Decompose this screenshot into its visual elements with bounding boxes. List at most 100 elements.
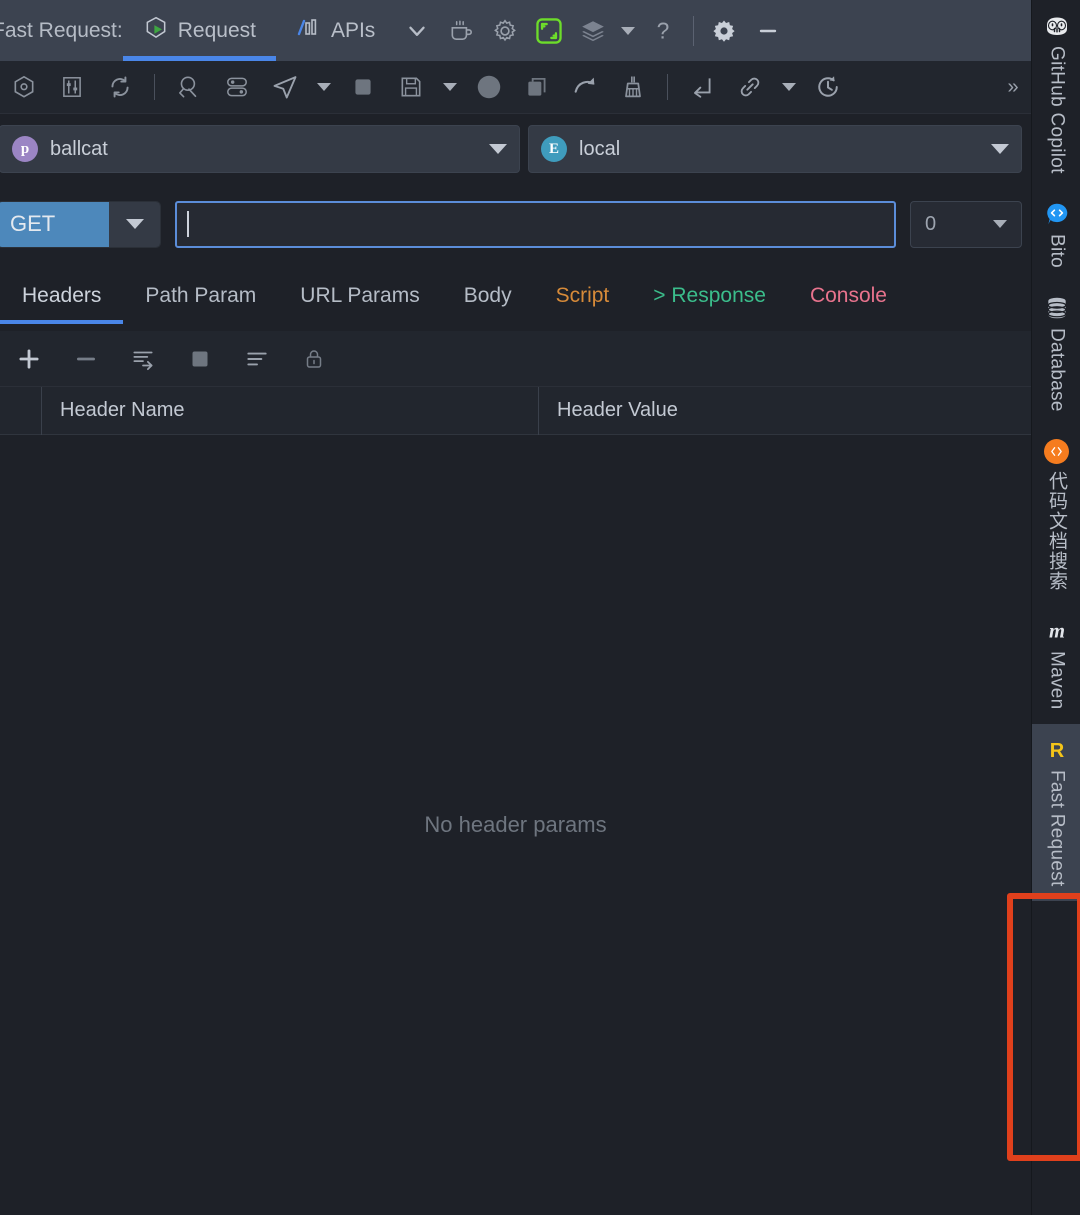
chevron-down-icon[interactable]	[395, 0, 439, 61]
rail-label-maven: Maven	[1046, 651, 1068, 710]
copy-icon[interactable]	[513, 61, 561, 114]
save-dropdown-icon[interactable]	[435, 61, 465, 114]
request-tab-strip: Headers Path Param URL Params Body Scrip…	[0, 268, 1031, 324]
rail-label-fast-request: Fast Request	[1046, 769, 1068, 887]
import-params-icon[interactable]	[114, 331, 171, 387]
tab-apis-label: APIs	[330, 18, 376, 42]
tab-body[interactable]: Body	[442, 268, 534, 324]
lock-icon[interactable]	[285, 331, 342, 387]
toggles-list-icon[interactable]	[213, 61, 261, 114]
request-icon-toolbar: »	[0, 61, 1031, 114]
environment-selector[interactable]: E local	[528, 125, 1022, 173]
rail-label-code-doc-search: 代码文档搜索	[1046, 471, 1067, 592]
tab-path-param-label: Path Param	[145, 284, 257, 307]
toolbar-divider	[154, 74, 155, 100]
environment-badge-icon: E	[541, 136, 567, 162]
caret-glyph	[621, 26, 636, 35]
toolbar-overflow-button[interactable]: »	[1005, 61, 1031, 114]
rail-item-code-doc-search[interactable]: 代码文档搜索	[1032, 425, 1080, 605]
svg-text:?: ?	[657, 18, 670, 44]
svg-text:R: R	[1049, 740, 1064, 762]
headers-table-body: No header params	[0, 435, 1031, 1215]
bito-code-bubble-icon	[1043, 200, 1071, 228]
maven-m-icon: m	[1043, 617, 1071, 645]
remove-param-icon[interactable]	[57, 331, 114, 387]
rail-label-github-copilot: GitHub Copilot	[1046, 46, 1068, 174]
help-question-icon[interactable]: ?	[641, 0, 685, 61]
caret-glyph	[782, 83, 796, 91]
toolbar-divider-2	[667, 74, 668, 100]
tab-response[interactable]: > Response	[631, 268, 788, 324]
tool-window-title-bar: Fast Request: Request APIs ?	[0, 0, 1031, 61]
link-dropdown-icon[interactable]	[774, 61, 804, 114]
tab-headers[interactable]: Headers	[0, 268, 124, 324]
record-circle-icon[interactable]	[465, 61, 513, 114]
clear-broom-icon[interactable]	[609, 61, 657, 114]
copilot-icon	[1043, 12, 1071, 40]
hexagon-target-icon[interactable]	[0, 61, 48, 114]
redo-arrow-icon[interactable]	[561, 61, 609, 114]
layers-dropdown-icon[interactable]	[615, 0, 641, 61]
caret-glyph	[443, 83, 457, 91]
app-root: Fast Request: Request APIs ? » p ballcat…	[0, 0, 1080, 1215]
tool-settings-gear-icon[interactable]	[702, 0, 746, 61]
selector-row: p ballcat E local	[0, 120, 1031, 178]
headers-table-header: Header Name Header Value	[0, 386, 1031, 435]
rail-item-fast-request[interactable]: R Fast Request	[1032, 723, 1080, 901]
save-disk-icon[interactable]	[387, 61, 435, 114]
right-tool-rail: GitHub Copilot Bito Database 代码文档搜索 m Ma…	[1031, 0, 1080, 1215]
http-method-dropdown-icon[interactable]	[109, 201, 160, 247]
column-header-name[interactable]: Header Name	[41, 386, 538, 435]
settings-gear-outline-icon[interactable]	[483, 0, 527, 61]
timeout-count-value: 0	[925, 212, 937, 235]
tab-request[interactable]: Request	[122, 0, 277, 61]
project-selector[interactable]: p ballcat	[0, 125, 520, 173]
url-row: GET 0	[0, 197, 1031, 251]
send-dropdown-icon[interactable]	[309, 61, 339, 114]
rail-item-maven[interactable]: m Maven	[1032, 605, 1080, 724]
add-param-icon[interactable]	[0, 331, 57, 387]
rail-label-bito: Bito	[1046, 233, 1068, 268]
rail-item-bito[interactable]: Bito	[1032, 188, 1080, 282]
format-lines-icon[interactable]	[228, 331, 285, 387]
sliders-filter-icon[interactable]	[48, 61, 96, 114]
caret-glyph	[125, 219, 144, 229]
tab-console-label: Console	[809, 284, 887, 307]
tab-console[interactable]: Console	[788, 268, 909, 324]
code-doc-search-icon	[1043, 437, 1071, 465]
empty-state-message: No header params	[424, 812, 607, 837]
minimize-icon[interactable]	[746, 0, 790, 61]
tab-script[interactable]: Script	[534, 268, 632, 324]
expand-frame-icon[interactable]	[527, 0, 571, 61]
layers-icon[interactable]	[571, 0, 615, 61]
rail-item-database[interactable]: Database	[1032, 282, 1080, 426]
search-code-icon[interactable]	[165, 61, 213, 114]
tab-script-label: Script	[555, 284, 610, 307]
coffee-cup-icon[interactable]	[439, 0, 483, 61]
history-clock-icon[interactable]	[804, 61, 852, 114]
stop-square-icon[interactable]	[339, 61, 387, 114]
send-request-icon[interactable]	[261, 61, 309, 114]
fast-request-tool-window: Fast Request: Request APIs ? » p ballcat…	[0, 0, 1031, 1215]
caret-glyph	[317, 83, 331, 91]
apis-bars-icon	[296, 16, 322, 46]
svg-text:m: m	[1048, 621, 1064, 643]
column-header-value[interactable]: Header Value	[538, 386, 1031, 435]
http-method-selector[interactable]: GET	[0, 200, 161, 248]
project-selector-value: ballcat	[50, 137, 108, 160]
link-chain-icon[interactable]	[726, 61, 774, 114]
refresh-sync-icon[interactable]	[96, 61, 144, 114]
tab-path-param[interactable]: Path Param	[123, 268, 278, 324]
tab-body-label: Body	[463, 284, 512, 307]
chevron-down-icon	[993, 220, 1007, 228]
collapse-arrow-icon[interactable]	[678, 61, 726, 114]
tab-apis[interactable]: APIs	[276, 0, 395, 61]
timeout-count-selector[interactable]: 0	[910, 200, 1022, 248]
rail-item-github-copilot[interactable]: GitHub Copilot	[1032, 0, 1080, 188]
url-input[interactable]	[175, 200, 896, 248]
tab-url-params[interactable]: URL Params	[278, 268, 441, 324]
stop-square-icon[interactable]	[171, 331, 228, 387]
http-method-value: GET	[0, 201, 109, 247]
tab-url-params-label: URL Params	[300, 284, 420, 307]
tab-request-label: Request	[177, 18, 256, 42]
